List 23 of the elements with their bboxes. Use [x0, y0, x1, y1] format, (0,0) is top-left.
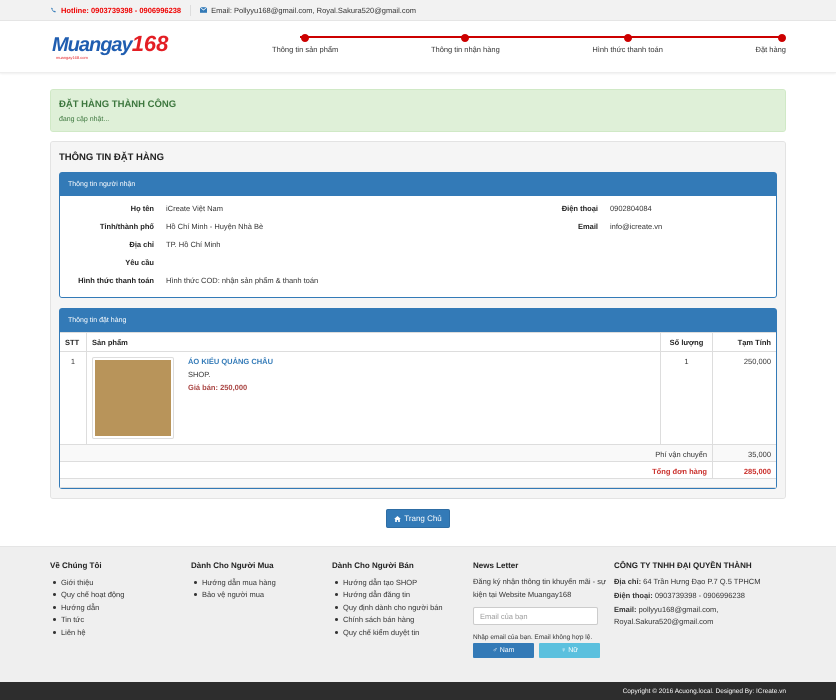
bullet-icon: [194, 580, 197, 584]
bullet-icon: [53, 618, 56, 622]
bullet-icon: [194, 593, 197, 596]
bullet-icon: [335, 606, 338, 609]
bullet-icon: [53, 606, 56, 609]
bullet-icon: [53, 580, 56, 584]
company-name: CÔNG TY TNHH ĐẠI QUYỀN THÀNH: [614, 561, 753, 570]
bullet-icon: [335, 580, 338, 584]
panel-title: THÔNG TIN ĐẶT HÀNG: [59, 152, 166, 163]
bullet-icon: [53, 593, 56, 596]
bullet-icon: [53, 630, 56, 634]
home-button[interactable]: Trang Chủ: [386, 509, 450, 528]
footer-heading: Dành Cho Người Bán: [332, 561, 415, 570]
bullet-icon: [335, 618, 338, 622]
phone-icon: [50, 7, 57, 13]
envelope-icon: [200, 7, 208, 13]
bullet-icon: [335, 630, 338, 634]
footer-heading: Dành Cho Người Mua: [191, 561, 275, 570]
footer-heading: Về Chúng Tôi: [50, 561, 103, 570]
bullet-icon: [335, 593, 338, 596]
home-icon: [394, 516, 402, 522]
alert-title: ĐẶT HÀNG THÀNH CÔNG: [59, 99, 178, 110]
footer-heading: News Letter: [473, 561, 520, 570]
